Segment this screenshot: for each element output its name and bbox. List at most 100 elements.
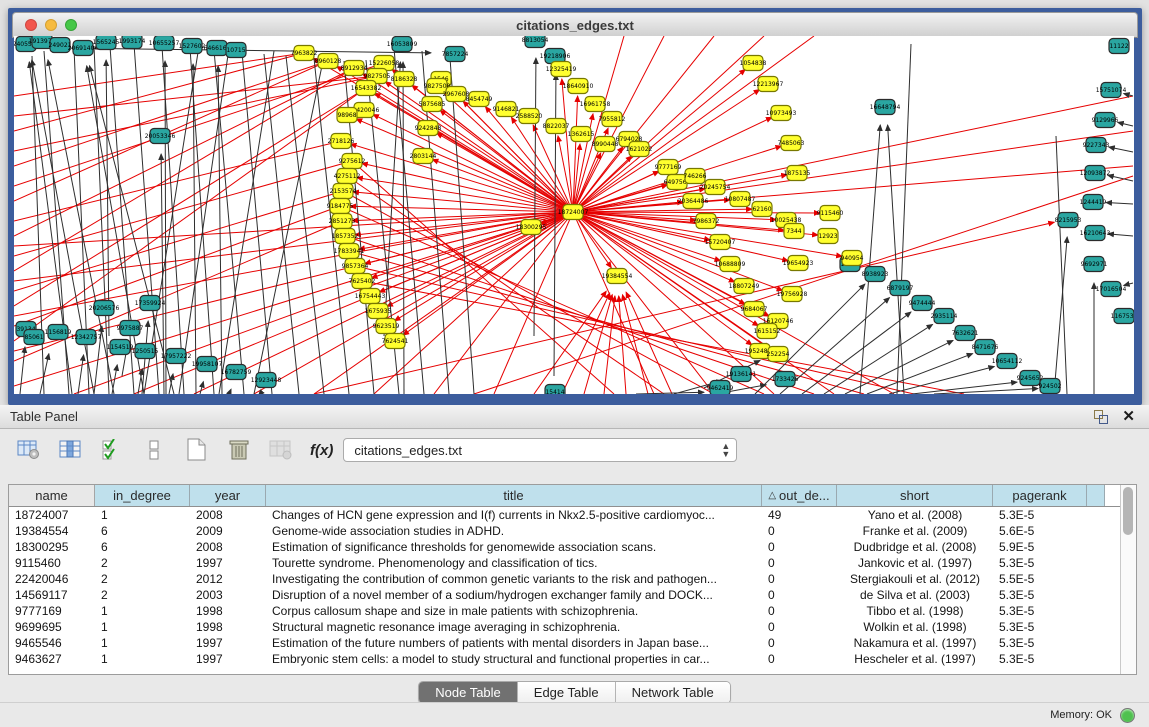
- graph-node[interactable]: 8822037: [543, 119, 570, 134]
- table-row[interactable]: 946554611997Estimation of the future num…: [9, 635, 1120, 651]
- graph-edge[interactable]: [362, 281, 964, 394]
- scrollbar-thumb[interactable]: [1123, 487, 1133, 535]
- graph-edge[interactable]: [573, 212, 654, 394]
- graph-node[interactable]: 2803144: [410, 149, 437, 164]
- function-builder-icon[interactable]: f(x): [310, 442, 333, 459]
- column-chooser-icon[interactable]: [54, 435, 88, 465]
- column-header-short[interactable]: short: [837, 485, 993, 506]
- graph-edge[interactable]: [432, 159, 573, 212]
- graph-node[interactable]: 98968: [337, 108, 357, 123]
- graph-node[interactable]: 19384554: [602, 269, 633, 284]
- column-header-year[interactable]: year: [190, 485, 266, 506]
- graph-node[interactable]: 9857364: [342, 259, 369, 274]
- graph-node[interactable]: 10807487: [725, 192, 756, 207]
- graph-node[interactable]: 9623519: [373, 319, 400, 334]
- graph-node[interactable]: 20206576: [89, 301, 120, 316]
- graph-node[interactable]: 8938923: [862, 267, 889, 282]
- graph-node[interactable]: 9777169: [655, 160, 682, 175]
- memory-status-indicator[interactable]: [1120, 708, 1135, 723]
- table-select-dropdown[interactable]: citations_edges.txt ▲▼: [343, 438, 737, 462]
- graph-edge[interactable]: [573, 96, 1133, 212]
- graph-node[interactable]: 1675935: [365, 304, 392, 319]
- graph-node[interactable]: 17833941: [334, 244, 365, 259]
- graph-edge[interactable]: [14, 61, 328, 166]
- graph-node[interactable]: 8186328: [391, 72, 418, 87]
- graph-node[interactable]: 924502: [1039, 379, 1062, 394]
- graph-node[interactable]: 1362615: [568, 127, 595, 142]
- graph-node[interactable]: 1993174: [119, 36, 146, 49]
- graph-node[interactable]: 8990448: [592, 137, 619, 152]
- graph-node[interactable]: 4275112: [334, 169, 361, 184]
- column-header-out_de...[interactable]: △out_de...: [762, 485, 837, 506]
- graph-node[interactable]: 9242848: [415, 121, 442, 136]
- graph-edge[interactable]: [1109, 147, 1133, 152]
- graph-node[interactable]: 9474444: [909, 296, 936, 311]
- delete-column-icon[interactable]: [222, 435, 256, 465]
- graph-node[interactable]: 8960128: [315, 54, 342, 69]
- graph-edge[interactable]: [897, 44, 911, 394]
- graph-node[interactable]: 9129966: [1092, 113, 1119, 128]
- graph-edge[interactable]: [534, 58, 536, 336]
- table-row[interactable]: 1938455462009Genome-wide association stu…: [9, 523, 1120, 539]
- graph-node[interactable]: 9684067: [741, 302, 768, 317]
- graph-node[interactable]: 17359924: [135, 296, 166, 311]
- table-settings-icon[interactable]: [12, 435, 46, 465]
- graph-node[interactable]: 9275612: [339, 154, 366, 169]
- citation-network-graph[interactable]: 2405572191397424902120691406156524519931…: [14, 36, 1134, 394]
- graph-node[interactable]: 5875685: [419, 97, 446, 112]
- graph-edge[interactable]: [434, 212, 573, 394]
- graph-node[interactable]: 17016504: [1096, 282, 1127, 297]
- graph-node[interactable]: 19756928: [777, 287, 808, 302]
- table-row[interactable]: 946362711997Embryonic stem cells: a mode…: [9, 651, 1120, 667]
- graph-node[interactable]: 7625402: [349, 274, 376, 289]
- graph-node[interactable]: 940954: [841, 251, 864, 266]
- graph-edge[interactable]: [1106, 203, 1133, 204]
- graph-node[interactable]: 10715: [226, 43, 246, 58]
- graph-edge[interactable]: [78, 355, 84, 394]
- graph-node[interactable]: 2588520: [516, 109, 543, 124]
- graph-node[interactable]: 7632621: [952, 326, 979, 341]
- graph-node[interactable]: 16782759: [221, 365, 252, 380]
- graph-node[interactable]: 19654923: [783, 256, 814, 271]
- graph-node[interactable]: 2718126: [328, 134, 355, 149]
- graph-edge[interactable]: [802, 312, 911, 394]
- graph-node[interactable]: 252254: [767, 347, 790, 362]
- graph-edge[interactable]: [355, 266, 914, 394]
- graph-node[interactable]: 8454749: [466, 92, 493, 107]
- graph-node[interactable]: 7857224: [442, 47, 469, 62]
- graph-edge[interactable]: [584, 295, 612, 394]
- table-row[interactable]: 911546021997Tourette syndrome. Phenomeno…: [9, 555, 1120, 571]
- deselect-all-icon[interactable]: [138, 435, 172, 465]
- graph-edge[interactable]: [1108, 234, 1133, 236]
- table-row[interactable]: 1830029562008Estimation of significance …: [9, 539, 1120, 555]
- graph-edge[interactable]: [14, 61, 328, 201]
- graph-node[interactable]: 1615152: [754, 324, 781, 339]
- graph-node[interactable]: 11122: [1109, 39, 1129, 54]
- column-header-name[interactable]: name: [9, 485, 95, 506]
- network-canvas[interactable]: 2405572191397424902120691406156524519931…: [14, 36, 1134, 394]
- graph-node[interactable]: 746266: [684, 169, 707, 184]
- graph-node[interactable]: 9692971: [1081, 257, 1108, 272]
- graph-node[interactable]: 7344: [784, 224, 804, 239]
- graph-node[interactable]: 1857352: [332, 229, 359, 244]
- graph-node[interactable]: 8215953: [1055, 213, 1082, 228]
- graph-edge[interactable]: [286, 56, 324, 394]
- graph-node[interactable]: 1250515: [132, 344, 159, 359]
- network-window-titlebar[interactable]: citations_edges.txt: [12, 12, 1138, 38]
- column-header-pagerank[interactable]: pagerank: [993, 485, 1087, 506]
- graph-edge[interactable]: [636, 392, 704, 394]
- graph-node[interactable]: 12923: [818, 229, 838, 244]
- graph-node[interactable]: 9227343: [1083, 138, 1110, 153]
- graph-node[interactable]: 10688809: [715, 257, 746, 272]
- graph-node[interactable]: 1054838: [740, 56, 767, 71]
- graph-node[interactable]: 16754443: [355, 289, 386, 304]
- graph-node[interactable]: 7955812: [599, 112, 626, 127]
- graph-node[interactable]: 1154519: [107, 340, 134, 355]
- graph-edge[interactable]: [14, 88, 366, 341]
- graph-node[interactable]: 2153574: [330, 184, 357, 199]
- graph-node[interactable]: 1621022: [626, 142, 653, 157]
- graph-node[interactable]: 1527602: [179, 39, 206, 54]
- graph-node[interactable]: 1244419: [1080, 195, 1107, 210]
- graph-edge[interactable]: [534, 291, 606, 394]
- graph-edge[interactable]: [437, 133, 573, 212]
